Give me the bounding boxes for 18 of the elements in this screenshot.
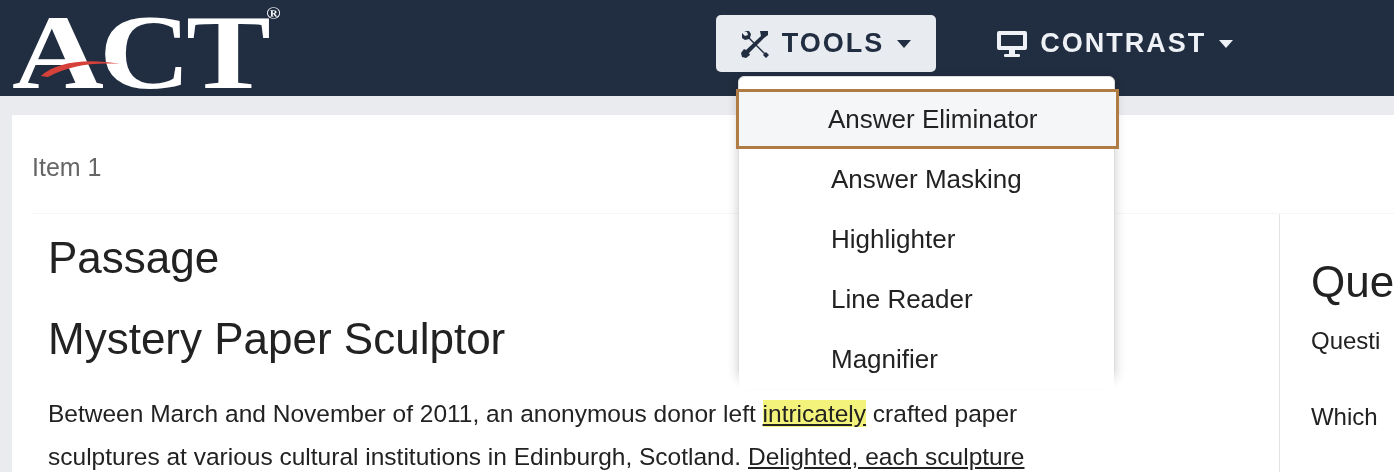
item-label: Item 1 [32, 152, 102, 183]
caret-icon [1218, 38, 1235, 49]
caret-icon [896, 38, 913, 49]
monitor-icon [996, 29, 1029, 58]
menu-button[interactable]: TOOLS [715, 15, 937, 72]
question-prompt: Which [1310, 401, 1379, 432]
menu-button[interactable]: CONTRAST [972, 15, 1259, 72]
question-heading: Que [1310, 256, 1394, 308]
passage-title: Mystery Paper Sculptor [48, 312, 506, 365]
logo: ACT® [12, 0, 281, 106]
tools-icon [739, 28, 770, 59]
menu-item[interactable]: Answer Masking [739, 149, 1114, 209]
passage-text: Between March and November of 2011, an anonymous donor left intricately crafted paper sculptures at various cultural institutions in Edinburgh, Scotland. Delighted, each sculpture [48, 398, 1026, 472]
passage-heading: Passage [48, 232, 220, 284]
menu-item[interactable]: Highlighter [739, 209, 1114, 269]
menu-item[interactable]: Answer Eliminator [736, 89, 1119, 149]
question-number: Questi [1310, 325, 1382, 356]
menu-item[interactable]: Line Reader [739, 269, 1114, 329]
